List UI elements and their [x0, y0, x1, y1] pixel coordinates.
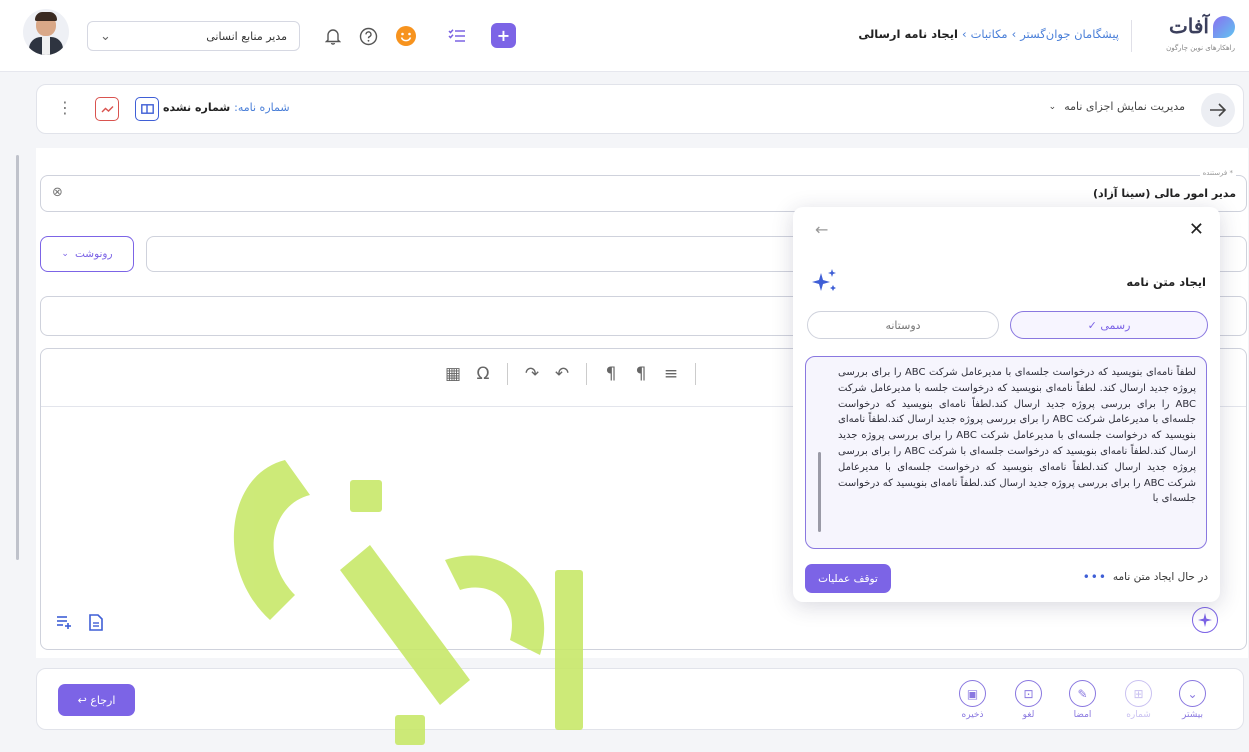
avatar-hair [35, 12, 57, 21]
logo[interactable]: آفات راهکارهای نوین چارگون [1140, 14, 1235, 58]
breadcrumb: پیشگامان جوان‌گستر › مکاتبات › ایجاد نام… [858, 27, 1119, 41]
avatar[interactable] [23, 9, 69, 55]
generated-text: لطفاً نامه‌ای بنویسید که درخواست جلسه‌ای… [838, 367, 1196, 505]
breadcrumb-item-current: ایجاد نامه ارسالی [858, 27, 958, 41]
sender-value: مدیر امور مالی (سینا آزاد) [1093, 187, 1236, 200]
undo-icon[interactable]: ↶ [550, 364, 574, 384]
tone-formal-button[interactable]: ✓ رسمی [1010, 311, 1208, 339]
cancel-button[interactable]: ⊡ لغو [1015, 680, 1042, 720]
task-list-icon[interactable] [446, 25, 468, 47]
more-menu-icon[interactable]: ⋮ [57, 98, 73, 117]
save-button[interactable]: ▣ ذخیره [959, 680, 986, 720]
logo-subtitle: راهکارهای نوین چارگون [1166, 44, 1235, 52]
chevron-down-icon: ⌄ [1179, 680, 1206, 707]
role-label: مدیر منابع انسانی [206, 29, 287, 43]
display-parts-dropdown[interactable]: مدیریت نمایش اجزای نامه ⌄ [1049, 100, 1185, 113]
popup-title: ایجاد متن نامه [1126, 275, 1206, 289]
sender-caption: فرستنده * [1199, 169, 1236, 177]
display-parts-label: مدیریت نمایش اجزای نامه [1064, 100, 1185, 113]
text-scrollbar[interactable] [818, 452, 821, 532]
tone-friendly-button[interactable]: دوستانه [807, 311, 999, 339]
cc-label: رونوشت [74, 248, 113, 260]
insert-list-icon[interactable] [53, 611, 75, 633]
table-icon[interactable]: ▦ [441, 364, 465, 384]
chevron-down-icon: ⌄ [100, 28, 111, 44]
document-icon[interactable] [85, 611, 107, 633]
more-label: بیشتر [1182, 710, 1203, 720]
special-char-icon[interactable]: Ω [471, 364, 495, 384]
back-arrow-icon[interactable]: ← [815, 220, 828, 239]
rtl-icon[interactable]: ¶ [629, 364, 653, 384]
chart-icon[interactable] [95, 97, 119, 121]
stop-button[interactable]: توقف عملیات [805, 564, 891, 593]
chevron-down-icon: ⌄ [61, 249, 69, 259]
save-label: ذخیره [961, 710, 984, 720]
breadcrumb-item-correspondence[interactable]: مکاتبات [971, 27, 1008, 41]
role-selector[interactable]: مدیر منابع انسانی ⌄ [87, 21, 300, 51]
letter-number-label: شماره نامه: [234, 101, 290, 114]
logo-mark-icon [1213, 16, 1235, 38]
layout-toggle-icon[interactable] [135, 97, 159, 121]
cancel-label: لغو [1022, 710, 1035, 720]
number-button[interactable]: ⊞ شماره [1125, 680, 1152, 720]
toolbar-divider [586, 363, 587, 385]
add-button[interactable]: + [491, 23, 516, 48]
sparkle-icon [811, 267, 839, 295]
scrollbar[interactable] [16, 155, 19, 560]
action-bar: ↩ ارجاع ▣ ذخیره ⊡ لغو ✎ امضا ⊞ شماره ⌄ ب… [36, 668, 1244, 730]
logo-text: آفات [1168, 14, 1209, 38]
bell-icon[interactable] [322, 25, 344, 47]
ltr-icon[interactable]: ¶ [599, 364, 623, 384]
ai-letter-popup: ✕ ← ایجاد متن نامه ✓ رسمی دوستانه لطفاً … [793, 207, 1220, 602]
sub-toolbar: مدیریت نمایش اجزای نامه ⌄ شماره نامه: شم… [36, 84, 1244, 134]
save-icon: ▣ [959, 680, 986, 707]
toolbar-divider [695, 363, 696, 385]
help-icon[interactable] [357, 25, 379, 47]
breadcrumb-separator: › [1011, 27, 1017, 41]
number-icon: ⊞ [1125, 680, 1152, 707]
align-icon[interactable]: ≡ [659, 364, 683, 384]
letter-number-value: شماره نشده [163, 101, 231, 114]
generated-text-box[interactable]: لطفاً نامه‌ای بنویسید که درخواست جلسه‌ای… [805, 356, 1207, 549]
ai-sparkle-button[interactable] [1192, 607, 1218, 633]
redo-icon[interactable]: ↷ [520, 364, 544, 384]
return-button[interactable]: ↩ ارجاع [58, 684, 135, 716]
cancel-icon: ⊡ [1015, 680, 1042, 707]
close-icon[interactable]: ✕ [1189, 219, 1204, 240]
cc-button[interactable]: رونوشت ⌄ [40, 236, 134, 272]
divider [1131, 20, 1132, 52]
avatar-shirt [42, 37, 50, 55]
letter-number: شماره نامه: شماره نشده [163, 101, 290, 114]
generation-status: در حال ایجاد متن نامه ••• [1083, 570, 1208, 584]
toolbar-divider [507, 363, 508, 385]
chevron-down-icon: ⌄ [1048, 101, 1057, 112]
smile-icon[interactable] [394, 24, 418, 48]
back-arrow-icon[interactable] [1201, 93, 1235, 127]
breadcrumb-separator: › [961, 27, 967, 41]
top-bar: آفات راهکارهای نوین چارگون پیشگامان جوان… [0, 0, 1249, 72]
sign-label: امضا [1073, 710, 1092, 720]
number-label: شماره [1126, 710, 1151, 720]
status-dots: ••• [1082, 570, 1107, 584]
breadcrumb-item-company[interactable]: پیشگامان جوان‌گستر [1020, 27, 1119, 41]
editor-toolbar-buttons: ▦ Ω ↷ ↶ ¶ ¶ ≡ [441, 363, 702, 385]
more-button[interactable]: ⌄ بیشتر [1179, 680, 1206, 720]
pen-icon: ✎ [1069, 680, 1096, 707]
sign-button[interactable]: ✎ امضا [1069, 680, 1096, 720]
clear-icon[interactable]: ⊗ [52, 185, 63, 200]
status-text: در حال ایجاد متن نامه [1112, 571, 1208, 583]
